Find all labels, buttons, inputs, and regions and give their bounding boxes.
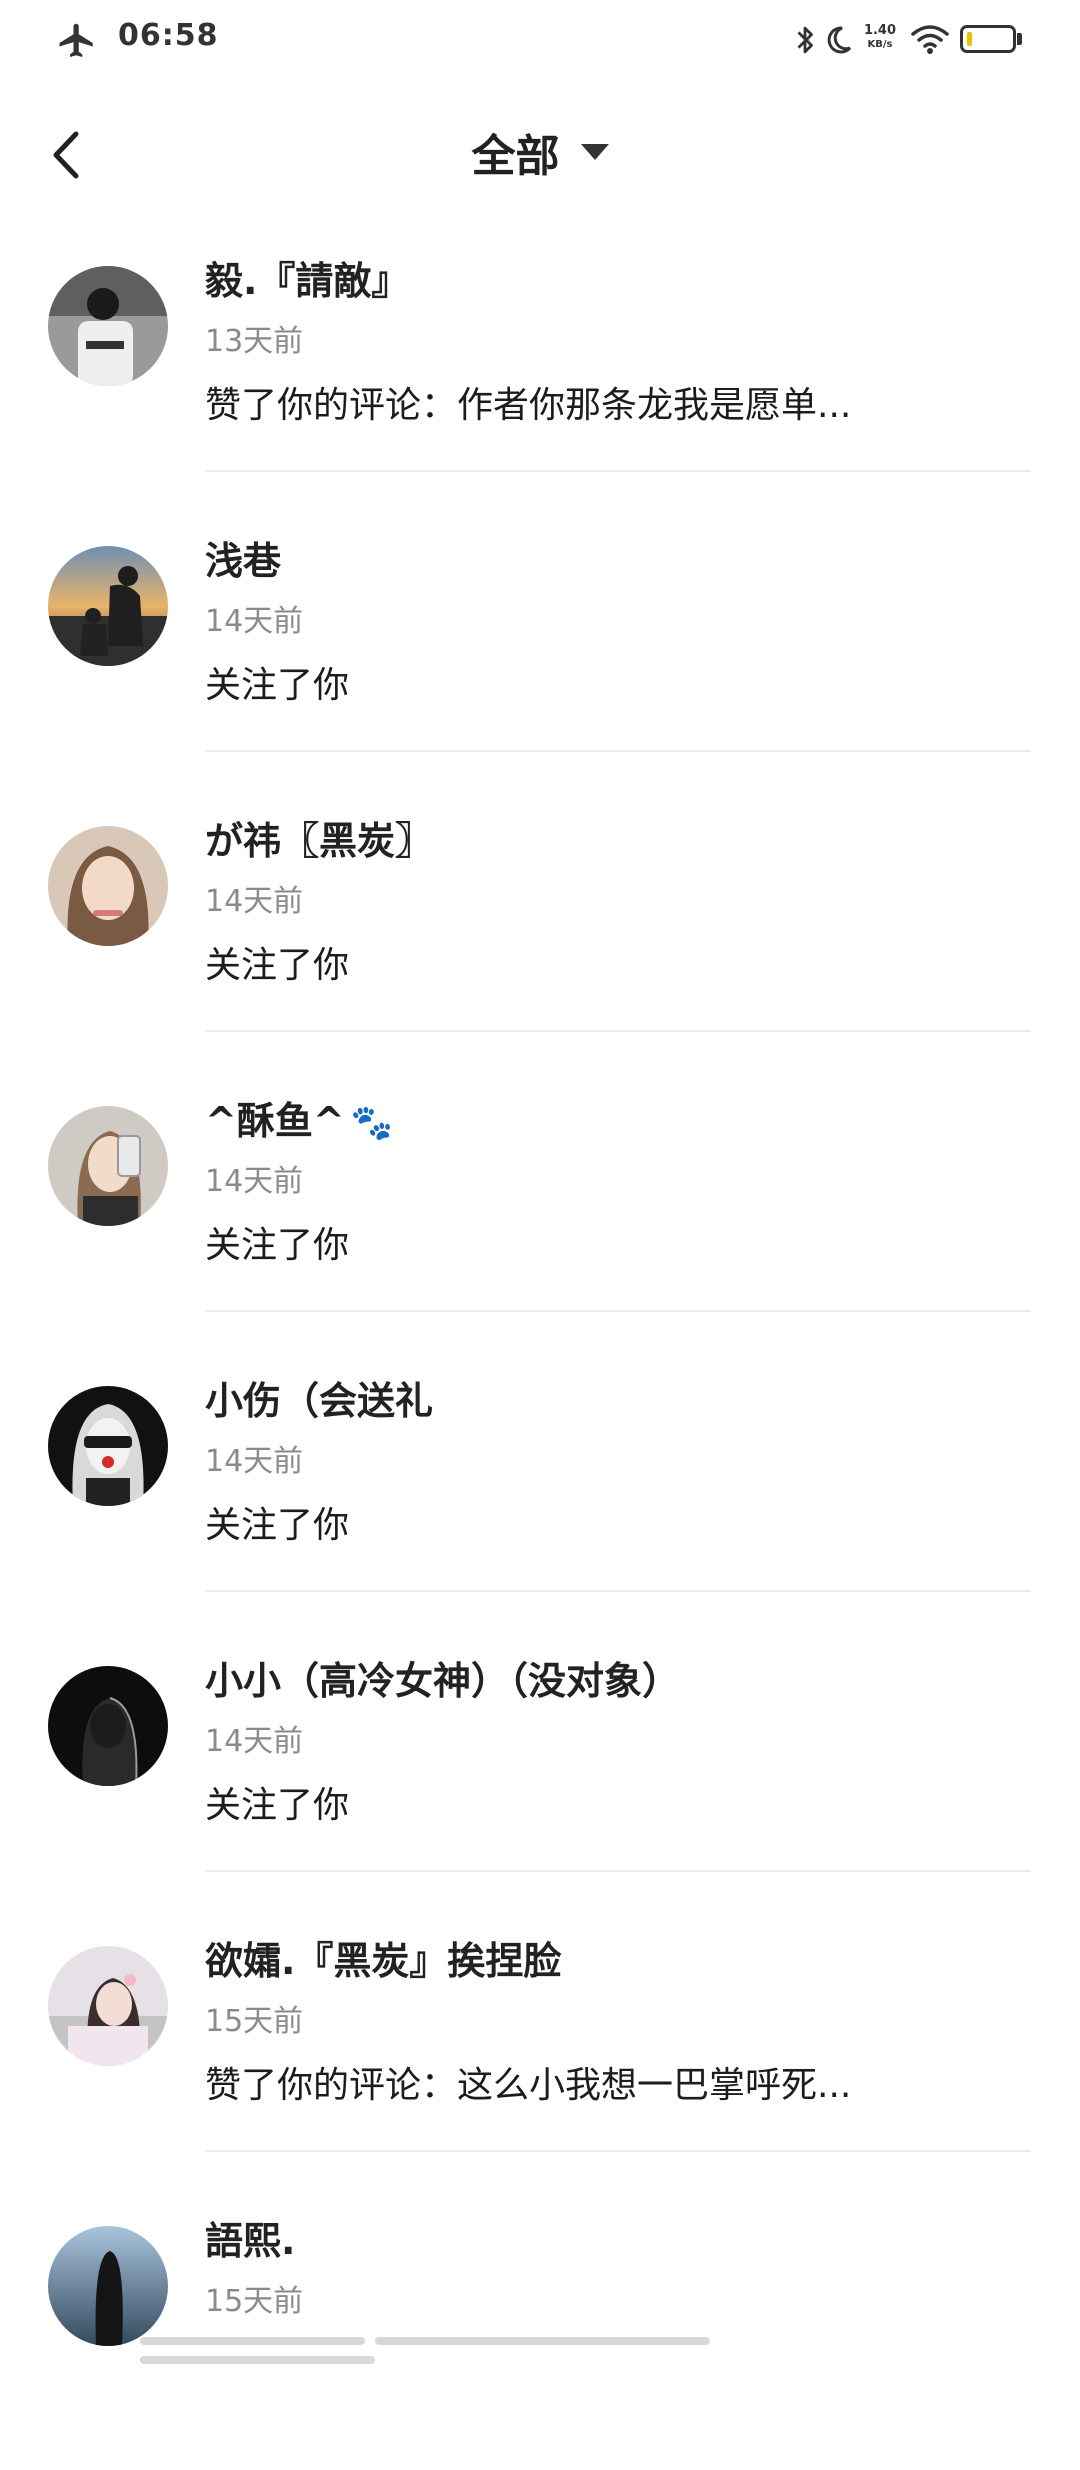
notification-text[interactable]: 关注了你 [205,936,349,988]
avatar-image [48,1386,168,1506]
divider [205,1590,1031,1592]
status-time: 06:58 [118,18,219,53]
timestamp: 15天前 [205,2284,304,2319]
user-name[interactable]: 語熙. [205,2210,295,2265]
notification-text[interactable]: 赞了你的评论：作者你那条龙我是愿单... [205,376,851,428]
divider [205,1030,1031,1032]
page-title: 全部 [471,131,560,182]
avatar-image [48,546,168,666]
divider [205,470,1031,472]
user-name[interactable]: ^酥鱼^ 🐾 [205,1090,393,1145]
divider [205,1870,1031,1872]
airplane-icon [59,23,93,57]
timestamp: 14天前 [205,884,304,919]
avatar-image [48,1666,168,1786]
notification-text[interactable]: 关注了你 [205,656,349,708]
bluetooth-icon [797,26,813,54]
user-name-text: ^酥鱼^ [205,1099,345,1143]
avatar[interactable] [48,266,168,386]
user-name[interactable]: 小小（高冷女神）（没对象） [205,1650,680,1705]
list-item[interactable]: が祎〖黑炭〗 14天前 关注了你 [0,790,1080,1070]
gesture-bar-segment [140,2356,375,2364]
timestamp: 15天前 [205,2004,304,2039]
moon-icon [827,26,852,54]
avatar-image [48,266,168,386]
avatar[interactable] [48,826,168,946]
avatar[interactable] [48,546,168,666]
wifi-icon [911,25,949,54]
timestamp: 14天前 [205,604,304,639]
user-name[interactable]: 毅.『請敵』 [205,250,409,305]
caret-down-icon [580,144,609,160]
notification-text[interactable]: 赞了你的评论：这么小我想一巴掌呼死... [205,2056,851,2108]
battery-level [967,32,972,46]
user-name[interactable]: が祎〖黑炭〗 [205,810,433,865]
gesture-bar-segment [140,2337,365,2345]
notification-text[interactable]: 关注了你 [205,1496,349,1548]
net-speed: 1.40 KB/s [862,24,898,52]
status-bar: 06:58 1.40 KB/s [0,0,1080,80]
avatar-image [48,1946,168,2066]
notification-text[interactable]: 关注了你 [205,1776,349,1828]
battery-nub [1017,33,1022,45]
avatar-image [48,2226,168,2346]
battery-icon [960,25,1016,53]
notification-text[interactable]: 关注了你 [205,1216,349,1268]
timestamp: 13天前 [205,324,304,359]
list-item[interactable]: 小伤（会送礼 14天前 关注了你 [0,1350,1080,1630]
avatar-image [48,826,168,946]
user-name[interactable]: 浅巷 [205,530,281,585]
list-item[interactable]: 欲孀.『黑炭』挨捏脸 15天前 赞了你的评论：这么小我想一巴掌呼死... [0,1910,1080,2190]
timestamp: 14天前 [205,1164,304,1199]
user-name[interactable]: 小伤（会送礼 [205,1370,433,1425]
avatar[interactable] [48,2226,168,2346]
divider [205,1310,1031,1312]
avatar[interactable] [48,1106,168,1226]
gesture-bar [140,2330,960,2364]
net-speed-unit: KB/s [867,39,893,50]
paw-emoji: 🐾 [350,1103,394,1143]
net-speed-value: 1.40 [863,23,897,38]
gesture-bar-segment [375,2337,710,2345]
divider [205,2150,1031,2152]
avatar[interactable] [48,1666,168,1786]
avatar[interactable] [48,1386,168,1506]
title-dropdown[interactable]: 全部 [0,120,1080,184]
header: 全部 [0,110,1080,200]
divider [205,750,1031,752]
timestamp: 14天前 [205,1444,304,1479]
avatar-image [48,1106,168,1226]
list-item[interactable]: 浅巷 14天前 关注了你 [0,510,1080,790]
list-item[interactable]: 小小（高冷女神）（没对象） 14天前 关注了你 [0,1630,1080,1910]
user-name[interactable]: 欲孀.『黑炭』挨捏脸 [205,1930,561,1985]
avatar[interactable] [48,1946,168,2066]
list-item[interactable]: 毅.『請敵』 13天前 赞了你的评论：作者你那条龙我是愿单... [0,230,1080,510]
timestamp: 14天前 [205,1724,304,1759]
list-item[interactable]: ^酥鱼^ 🐾 14天前 关注了你 [0,1070,1080,1350]
